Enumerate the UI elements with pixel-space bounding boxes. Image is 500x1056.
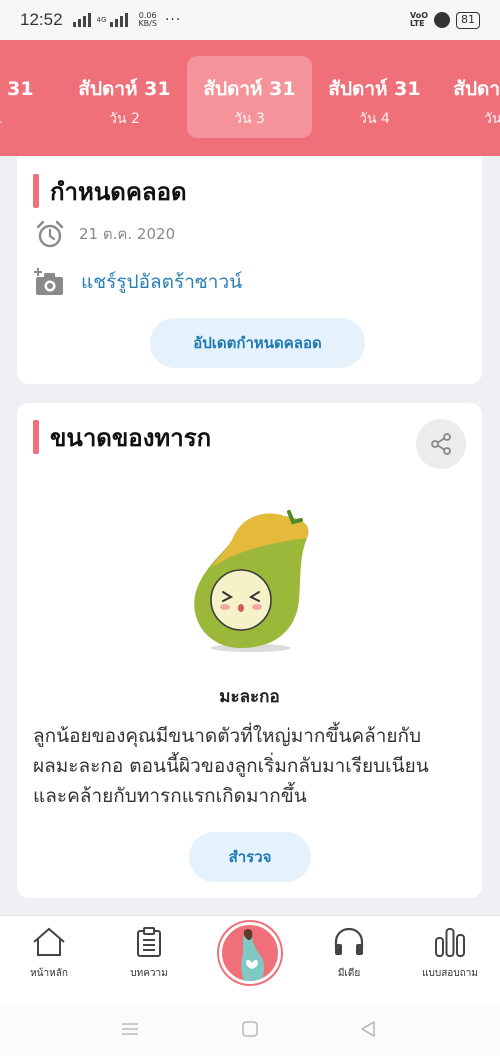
net-speed: 0.06 KB/S xyxy=(138,12,157,28)
tab-week-label: สัปดาห์ 31 xyxy=(0,78,34,100)
title-accent-bar xyxy=(33,420,39,454)
tab-week-label: สัปดาห์ 31 xyxy=(328,78,421,100)
status-right: VoO LTE 81 xyxy=(410,11,480,29)
due-date-title: กำหนดคลอด xyxy=(33,174,187,208)
nav-survey[interactable]: แบบสอบถาม xyxy=(410,926,490,981)
volte-bottom: LTE xyxy=(409,19,425,28)
back-key-icon[interactable] xyxy=(358,1019,378,1039)
description-line: และคล้ายกับทารกแรกเกิดมากขึ้น xyxy=(33,785,307,807)
nav-articles-label: บทความ xyxy=(130,968,168,979)
system-navigation-bar xyxy=(0,1003,500,1056)
status-time: 12:52 xyxy=(20,10,63,29)
alarm-status-icon xyxy=(434,12,450,28)
signal-icon-2 xyxy=(110,13,129,27)
pregnancy-home-button[interactable] xyxy=(219,922,281,984)
due-date-title-text: กำหนดคลอด xyxy=(50,177,187,206)
baby-size-description: ลูกน้อยของคุณมีขนาดตัวที่ใหญ่มากขึ้นคล้า… xyxy=(33,721,473,811)
tab-week31-day1[interactable]: สัปดาห์ 31 วัน 1 xyxy=(0,56,50,138)
home-key-icon[interactable] xyxy=(240,1019,260,1039)
tab-week31-day5[interactable]: สัปดาห์ 31 วัน 5 xyxy=(437,56,500,138)
status-bar: 12:52 4G 0.06 KB/S ··· VoO LTE 81 xyxy=(0,0,500,40)
tab-week31-day2[interactable]: สัปดาห์ 31 วัน 2 xyxy=(62,56,187,138)
nav-survey-label: แบบสอบถาม xyxy=(422,968,478,979)
description-line: ลูกน้อยของคุณมีขนาดตัวที่ใหญ่มากขึ้นคล้า… xyxy=(33,725,422,747)
alarm-clock-icon xyxy=(36,220,64,248)
tab-week-label: สัปดาห์ 31 xyxy=(78,78,171,100)
menu-key-icon[interactable] xyxy=(120,1019,140,1039)
signal-icon xyxy=(72,13,91,27)
nav-media[interactable]: มีเดีย xyxy=(309,926,389,981)
explore-button[interactable]: สำรวจ xyxy=(189,832,311,882)
nav-articles[interactable]: บทความ xyxy=(109,926,189,981)
battery-indicator: 81 xyxy=(456,11,480,29)
share-ultrasound-label: แชร์รูปอัลตร้าซาวน์ xyxy=(81,271,243,293)
due-date-row: 21 ต.ค. 2020 xyxy=(35,219,175,249)
tab-week31-day3[interactable]: สัปดาห์ 31 วัน 3 xyxy=(187,56,312,138)
headphones-icon xyxy=(334,927,364,955)
nav-media-label: มีเดีย xyxy=(337,968,361,979)
tab-day-label: วัน 1 xyxy=(0,108,50,130)
add-photo-icon xyxy=(34,268,63,295)
title-accent-bar xyxy=(33,174,39,208)
tab-day-label: วัน 2 xyxy=(109,111,140,127)
tab-day-label: วัน 3 xyxy=(234,111,265,127)
bar-chart-icon xyxy=(435,928,465,957)
volte-indicator: VoO LTE xyxy=(410,12,428,28)
baby-size-card: ขนาดของทารก มะละกอ ลูกน้อยของคุณมีขนาดตั… xyxy=(17,403,482,898)
pregnant-woman-icon xyxy=(241,929,264,981)
share-ultrasound-link[interactable]: แชร์รูปอัลตร้าซาวน์ xyxy=(33,267,242,297)
tab-day-label: วัน 4 xyxy=(359,111,390,127)
share-icon xyxy=(431,433,451,455)
fruit-name: มะละกอ xyxy=(219,687,280,707)
due-date-value: 21 ต.ค. 2020 xyxy=(79,225,176,243)
share-button[interactable] xyxy=(416,419,466,469)
tab-week31-day4[interactable]: สัปดาห์ 31 วัน 4 xyxy=(312,56,437,138)
nav-home[interactable]: หน้าหลัก xyxy=(9,926,89,981)
bottom-navigation: หน้าหลัก บทความ มีเดีย แบบสอบถาม xyxy=(0,915,500,1003)
due-date-card: กำหนดคลอด 21 ต.ค. 2020 แชร์รูปอัลตร้าซาว… xyxy=(17,157,482,384)
net-speed-unit: KB/S xyxy=(138,19,157,28)
baby-size-title-text: ขนาดของทารก xyxy=(50,423,212,452)
week-day-tabs: สัปดาห์ 31 วัน 1 สัปดาห์ 31 วัน 2 สัปดาห… xyxy=(0,40,500,156)
description-line: ผลมะละกอ ตอนนี้ผิวของลูกเริ่มกลับมาเรียบ… xyxy=(33,755,429,777)
tab-week-label: สัปดาห์ 31 xyxy=(203,78,296,100)
network-type: 4G xyxy=(96,16,107,24)
update-due-date-button[interactable]: อัปเดตกำหนดคลอด xyxy=(150,318,365,368)
more-notifications: ··· xyxy=(164,12,182,28)
nav-home-label: หน้าหลัก xyxy=(30,968,68,979)
tab-week-label: สัปดาห์ 31 xyxy=(453,78,500,100)
tab-day-label: วัน 5 xyxy=(484,111,500,127)
papaya-illustration xyxy=(194,510,309,652)
baby-size-title: ขนาดของทารก xyxy=(33,420,211,454)
home-icon xyxy=(33,927,65,956)
clipboard-icon xyxy=(137,927,161,957)
